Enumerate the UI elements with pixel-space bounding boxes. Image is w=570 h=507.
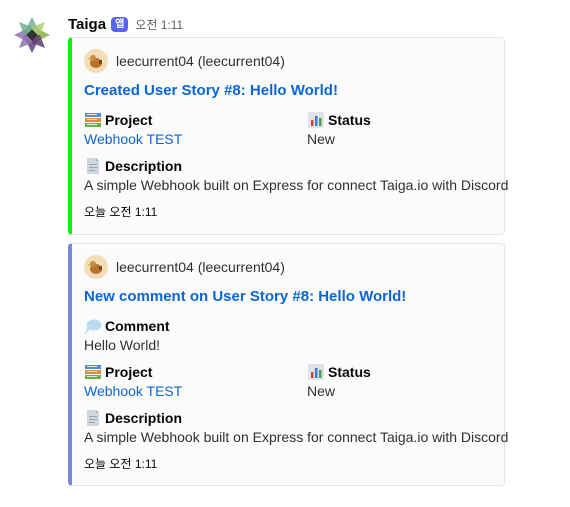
project-link[interactable]: Webhook TEST [84, 131, 182, 147]
description-value: A simple Webhook built on Express for co… [84, 429, 509, 445]
speech-balloon-emoji-icon [84, 317, 102, 335]
field-label: Status [328, 112, 371, 128]
message-timestamp: 오전 1:11 [135, 17, 184, 32]
status-value: New [307, 383, 336, 399]
embed-title-link[interactable]: Created User Story #8: Hello World! [84, 82, 338, 99]
bar-chart-emoji-icon [307, 111, 325, 129]
app-badge: 앱 [111, 16, 129, 32]
author-name: leecurrent04 (leecurrent04) [116, 259, 285, 275]
field-label: Description [105, 158, 183, 174]
books-emoji-icon [84, 363, 102, 381]
embed-author: leecurrent04 (leecurrent04) [84, 49, 285, 73]
project-link[interactable]: Webhook TEST [84, 383, 182, 399]
field-status: Status New [307, 111, 371, 147]
status-value: New [307, 131, 336, 147]
bot-username[interactable]: Taiga [68, 16, 106, 33]
embed-author: leecurrent04 (leecurrent04) [84, 255, 285, 279]
field-label: Status [328, 364, 371, 380]
field-label: Description [105, 410, 183, 426]
field-label: Comment [105, 318, 170, 334]
chicken-avatar-icon [84, 49, 108, 73]
field-label: Project [105, 364, 153, 380]
field-description: Description A simple Webhook built on Ex… [84, 409, 508, 445]
page-emoji-icon [84, 157, 102, 175]
bar-chart-emoji-icon [307, 363, 325, 381]
embed-new-comment: leecurrent04 (leecurrent04) New comment … [68, 243, 508, 486]
field-project: Project Webhook TEST [84, 363, 182, 399]
embed-footer: 오늘 오전 1:11 [84, 205, 158, 219]
message-header: Taiga 앱 오전 1:11 [68, 14, 183, 34]
author-name: leecurrent04 (leecurrent04) [116, 53, 285, 69]
field-label: Project [105, 112, 153, 128]
books-emoji-icon [84, 111, 102, 129]
taiga-logo-icon[interactable] [12, 15, 52, 55]
field-project: Project Webhook TEST [84, 111, 182, 147]
description-value: A simple Webhook built on Express for co… [84, 177, 509, 193]
chicken-avatar-icon [84, 255, 108, 279]
embed-created-story: leecurrent04 (leecurrent04) Created User… [68, 37, 508, 235]
comment-value: Hello World! [84, 337, 160, 353]
field-status: Status New [307, 363, 371, 399]
field-comment: Comment Hello World! [84, 317, 170, 353]
embed-footer: 오늘 오전 1:11 [84, 457, 158, 471]
field-description: Description A simple Webhook built on Ex… [84, 157, 508, 193]
embed-title-link[interactable]: New comment on User Story #8: Hello Worl… [84, 288, 406, 305]
page-emoji-icon [84, 409, 102, 427]
